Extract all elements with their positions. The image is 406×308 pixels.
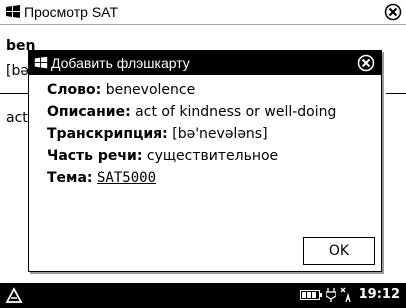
field-topic: Тема: SAT5000 [47,170,156,186]
divider [386,93,406,94]
field-value: [bə'nevələns] [172,126,268,142]
battery-icon[interactable] [300,290,322,300]
start-menu-icon[interactable] [4,286,24,306]
dialog-header: Добавить флэшкарту [29,51,381,75]
field-value: существительное [146,148,279,164]
taskbar: 19:12 [0,283,406,308]
field-label: Слово: [47,82,102,98]
field-value: benevolence [105,82,196,98]
topic-link[interactable]: SAT5000 [97,170,156,186]
window-title: Просмотр SAT [24,4,119,20]
field-transcription: Транскрипция: [bə'nevələns] [47,126,268,142]
close-icon[interactable] [357,54,375,72]
dialog-title: Добавить флэшкарту [51,55,190,71]
add-flashcard-dialog: Добавить флэшкарту Слово: benevolence Оп… [28,50,382,272]
clock[interactable]: 19:12 [359,287,400,302]
field-word: Слово: benevolence [47,82,195,98]
signal-icon[interactable] [340,287,352,303]
field-part-of-speech: Часть речи: существительное [47,148,278,164]
field-label: Тема: [47,170,93,186]
window-titlebar: Просмотр SAT [0,0,406,25]
field-label: Транскрипция: [47,126,168,142]
windows-flag-icon [6,5,20,18]
field-description: Описание: act of kindness or well-doing [47,104,336,120]
power-plug-icon [326,288,336,302]
close-icon[interactable] [384,3,402,21]
windows-flag-icon [34,56,48,69]
field-value: act of kindness or well-doing [135,104,337,120]
divider [0,93,30,94]
background-description: act [6,110,28,126]
field-label: Часть речи: [47,148,143,164]
ok-button[interactable]: OK [303,237,375,265]
field-label: Описание: [47,104,131,120]
